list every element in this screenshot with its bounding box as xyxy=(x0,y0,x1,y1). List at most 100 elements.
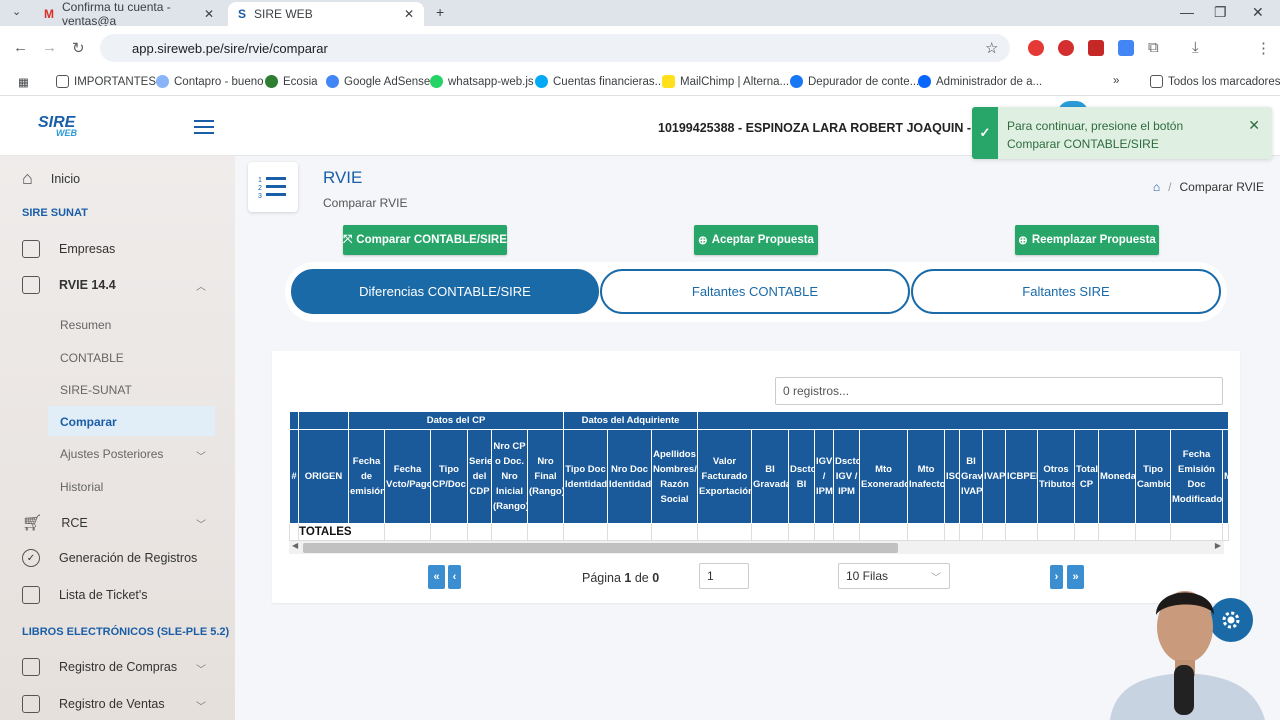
download-icon[interactable]: ⤓ xyxy=(1192,39,1199,56)
column-header[interactable]: Fecha Emisión Doc Modificado xyxy=(1170,429,1224,524)
column-header[interactable]: M xyxy=(1222,429,1230,524)
column-header[interactable]: Dscto IGV / IPM xyxy=(833,429,861,524)
bookmark-item[interactable]: Administrador de a... xyxy=(918,75,1042,88)
rows-per-page-select[interactable]: 10 Filas ﹀ xyxy=(838,563,950,589)
column-header[interactable]: ISC xyxy=(944,429,961,524)
first-page-button[interactable]: « xyxy=(428,565,445,589)
column-header[interactable]: Total CP xyxy=(1074,429,1100,524)
page-number-input[interactable]: 1 xyxy=(699,563,749,589)
column-header[interactable]: Tipo CP/Doc xyxy=(430,429,468,524)
extension-icon[interactable] xyxy=(1088,40,1104,56)
column-header[interactable]: Mto Inafecto xyxy=(907,429,946,524)
sidebar-sub-ajustes[interactable]: Ajustes Posteriores xyxy=(60,447,163,461)
bookmark-item[interactable]: MailChimp | Alterna... xyxy=(662,75,789,88)
column-header[interactable]: Tipo Doc Identidad xyxy=(563,429,609,524)
column-header[interactable]: Serie del CDP xyxy=(467,429,492,524)
column-header[interactable]: Nro Final (Rango) xyxy=(526,429,565,524)
chevron-down-icon[interactable]: ﹀ xyxy=(196,698,206,713)
bookmark-item[interactable]: Ecosia xyxy=(265,75,318,88)
window-close-icon[interactable]: ✕ xyxy=(1252,4,1264,21)
scroll-left-icon[interactable]: ◀ xyxy=(292,541,298,550)
new-tab-icon[interactable]: + xyxy=(436,4,444,20)
column-header[interactable]: Valor Facturado Exportación xyxy=(697,429,753,524)
sidebar-item-empresas[interactable]: Empresas xyxy=(22,240,115,258)
url-bar[interactable]: app.sireweb.pe/sire/rvie/comparar xyxy=(100,34,1010,62)
last-page-button[interactable]: » xyxy=(1067,565,1084,589)
column-header[interactable]: Otros Tributos xyxy=(1037,429,1076,524)
reload-icon[interactable]: ↻ xyxy=(72,39,85,57)
sidebar-item-generacion[interactable]: ✓ Generación de Registros xyxy=(22,549,197,567)
sidebar-item-ventas[interactable]: Registro de Ventas xyxy=(22,695,165,713)
adblock-icon[interactable] xyxy=(1028,40,1044,56)
column-header[interactable]: Tipo Cambio xyxy=(1135,429,1172,524)
browser-tab-gmail[interactable]: M Confirma tu cuenta - ventas@a ✕ xyxy=(34,0,224,28)
compare-button[interactable]: ⤧ Comparar CONTABLE/SIRE xyxy=(343,225,507,255)
extension-icon[interactable] xyxy=(1058,40,1074,56)
bookmark-item[interactable]: Cuentas financieras... xyxy=(535,75,664,88)
tab-faltantes-contable[interactable]: Faltantes CONTABLE xyxy=(600,269,910,314)
column-header[interactable]: BI Grav IVAP xyxy=(959,429,984,524)
column-header[interactable]: ORIGEN xyxy=(298,429,349,524)
home-icon[interactable]: ⌂ xyxy=(1153,180,1160,194)
close-icon[interactable]: ✕ xyxy=(1248,117,1260,134)
column-header[interactable]: ICBPER xyxy=(1005,429,1039,524)
menu-dots-icon[interactable]: ⋮ xyxy=(1256,39,1271,57)
column-header[interactable]: Nro Doc Identidad xyxy=(607,429,653,524)
sidebar-item-rvie[interactable]: RVIE 14.4 xyxy=(22,276,116,294)
bookmark-item[interactable]: IMPORTANTES xyxy=(56,75,156,88)
sidebar-item-compras[interactable]: Registro de Compras xyxy=(22,658,177,676)
forward-icon[interactable]: → xyxy=(42,39,57,56)
column-header[interactable]: Moneda xyxy=(1098,429,1137,524)
column-header[interactable]: Dscto BI xyxy=(788,429,816,524)
next-page-button[interactable]: › xyxy=(1050,565,1063,589)
tab-faltantes-sire[interactable]: Faltantes SIRE xyxy=(911,269,1221,314)
all-bookmarks-folder[interactable]: Todos los marcadores xyxy=(1150,75,1280,88)
chevron-down-icon[interactable]: ﹀ xyxy=(196,661,206,676)
translate-icon[interactable] xyxy=(1118,40,1134,56)
close-icon[interactable]: ✕ xyxy=(404,7,414,21)
search-input[interactable]: 0 registros... xyxy=(775,377,1223,405)
column-header[interactable]: Mto Exonerado xyxy=(859,429,909,524)
horizontal-scrollbar[interactable]: ◀ ▶ xyxy=(289,541,1224,554)
more-bookmarks-icon[interactable]: » xyxy=(1113,75,1119,87)
apps-grid-icon[interactable]: ▦ xyxy=(18,75,29,89)
close-icon[interactable]: ✕ xyxy=(204,7,214,21)
prev-page-button[interactable]: ‹ xyxy=(448,565,461,589)
bookmark-item[interactable]: whatsapp-web.js xyxy=(430,75,534,88)
column-header[interactable]: Fecha de emisión xyxy=(348,429,385,524)
accept-proposal-button[interactable]: ⊕ Aceptar Propuesta xyxy=(694,225,818,255)
sidebar-sub-resumen[interactable]: Resumen xyxy=(60,318,111,332)
chevron-down-icon[interactable]: ﹀ xyxy=(196,516,206,531)
extensions-puzzle-icon[interactable]: ⧉ xyxy=(1148,39,1159,56)
maximize-icon[interactable]: ❐ xyxy=(1214,4,1227,21)
sidebar-sub-siresunat[interactable]: SIRE-SUNAT xyxy=(60,383,132,397)
sidebar-sub-historial[interactable]: Historial xyxy=(60,480,103,494)
sireweb-logo[interactable]: SIRE WEB xyxy=(38,114,77,138)
scroll-right-icon[interactable]: ▶ xyxy=(1215,541,1221,550)
scroll-thumb[interactable] xyxy=(303,543,898,553)
column-header[interactable]: Fecha Vcto/Pago xyxy=(384,429,431,524)
hamburger-menu-icon[interactable] xyxy=(194,120,214,134)
column-header[interactable]: Nro CP o Doc. Nro Inicial (Rango) xyxy=(491,429,528,524)
column-header[interactable]: Apellidos Nombres/ Razón Social xyxy=(651,429,699,524)
browser-tab-sireweb[interactable]: S SIRE WEB ✕ xyxy=(228,2,424,26)
minimize-icon[interactable]: — xyxy=(1180,4,1194,20)
bookmark-item[interactable]: Contapro - bueno xyxy=(156,75,264,88)
replace-proposal-button[interactable]: ⊕ Reemplazar Propuesta xyxy=(1015,225,1159,255)
back-icon[interactable]: ← xyxy=(13,39,28,56)
sidebar-sub-comparar[interactable]: Comparar xyxy=(60,415,117,429)
chevron-up-icon[interactable]: ︿ xyxy=(196,278,206,293)
column-header[interactable]: # xyxy=(289,429,299,524)
tab-diferencias[interactable]: Diferencias CONTABLE/SIRE xyxy=(291,269,599,314)
sidebar-item-inicio[interactable]: ⌂ Inicio xyxy=(22,168,80,189)
chevron-down-icon[interactable]: ﹀ xyxy=(196,448,206,463)
sidebar-sub-contable[interactable]: CONTABLE xyxy=(60,351,124,365)
bookmark-item[interactable]: Depurador de conte... xyxy=(790,75,919,88)
bookmark-star-icon[interactable]: ☆ xyxy=(985,39,998,57)
column-header[interactable]: BI Gravada xyxy=(751,429,790,524)
bookmark-item[interactable]: Google AdSense xyxy=(326,75,430,88)
tab-search-icon[interactable]: ⌄ xyxy=(12,5,21,18)
column-header[interactable]: IGV / IPM xyxy=(814,429,835,524)
sidebar-item-tickets[interactable]: Lista de Ticket's xyxy=(22,586,148,604)
sidebar-item-rce[interactable]: 🛒︎ RCE xyxy=(22,513,88,533)
